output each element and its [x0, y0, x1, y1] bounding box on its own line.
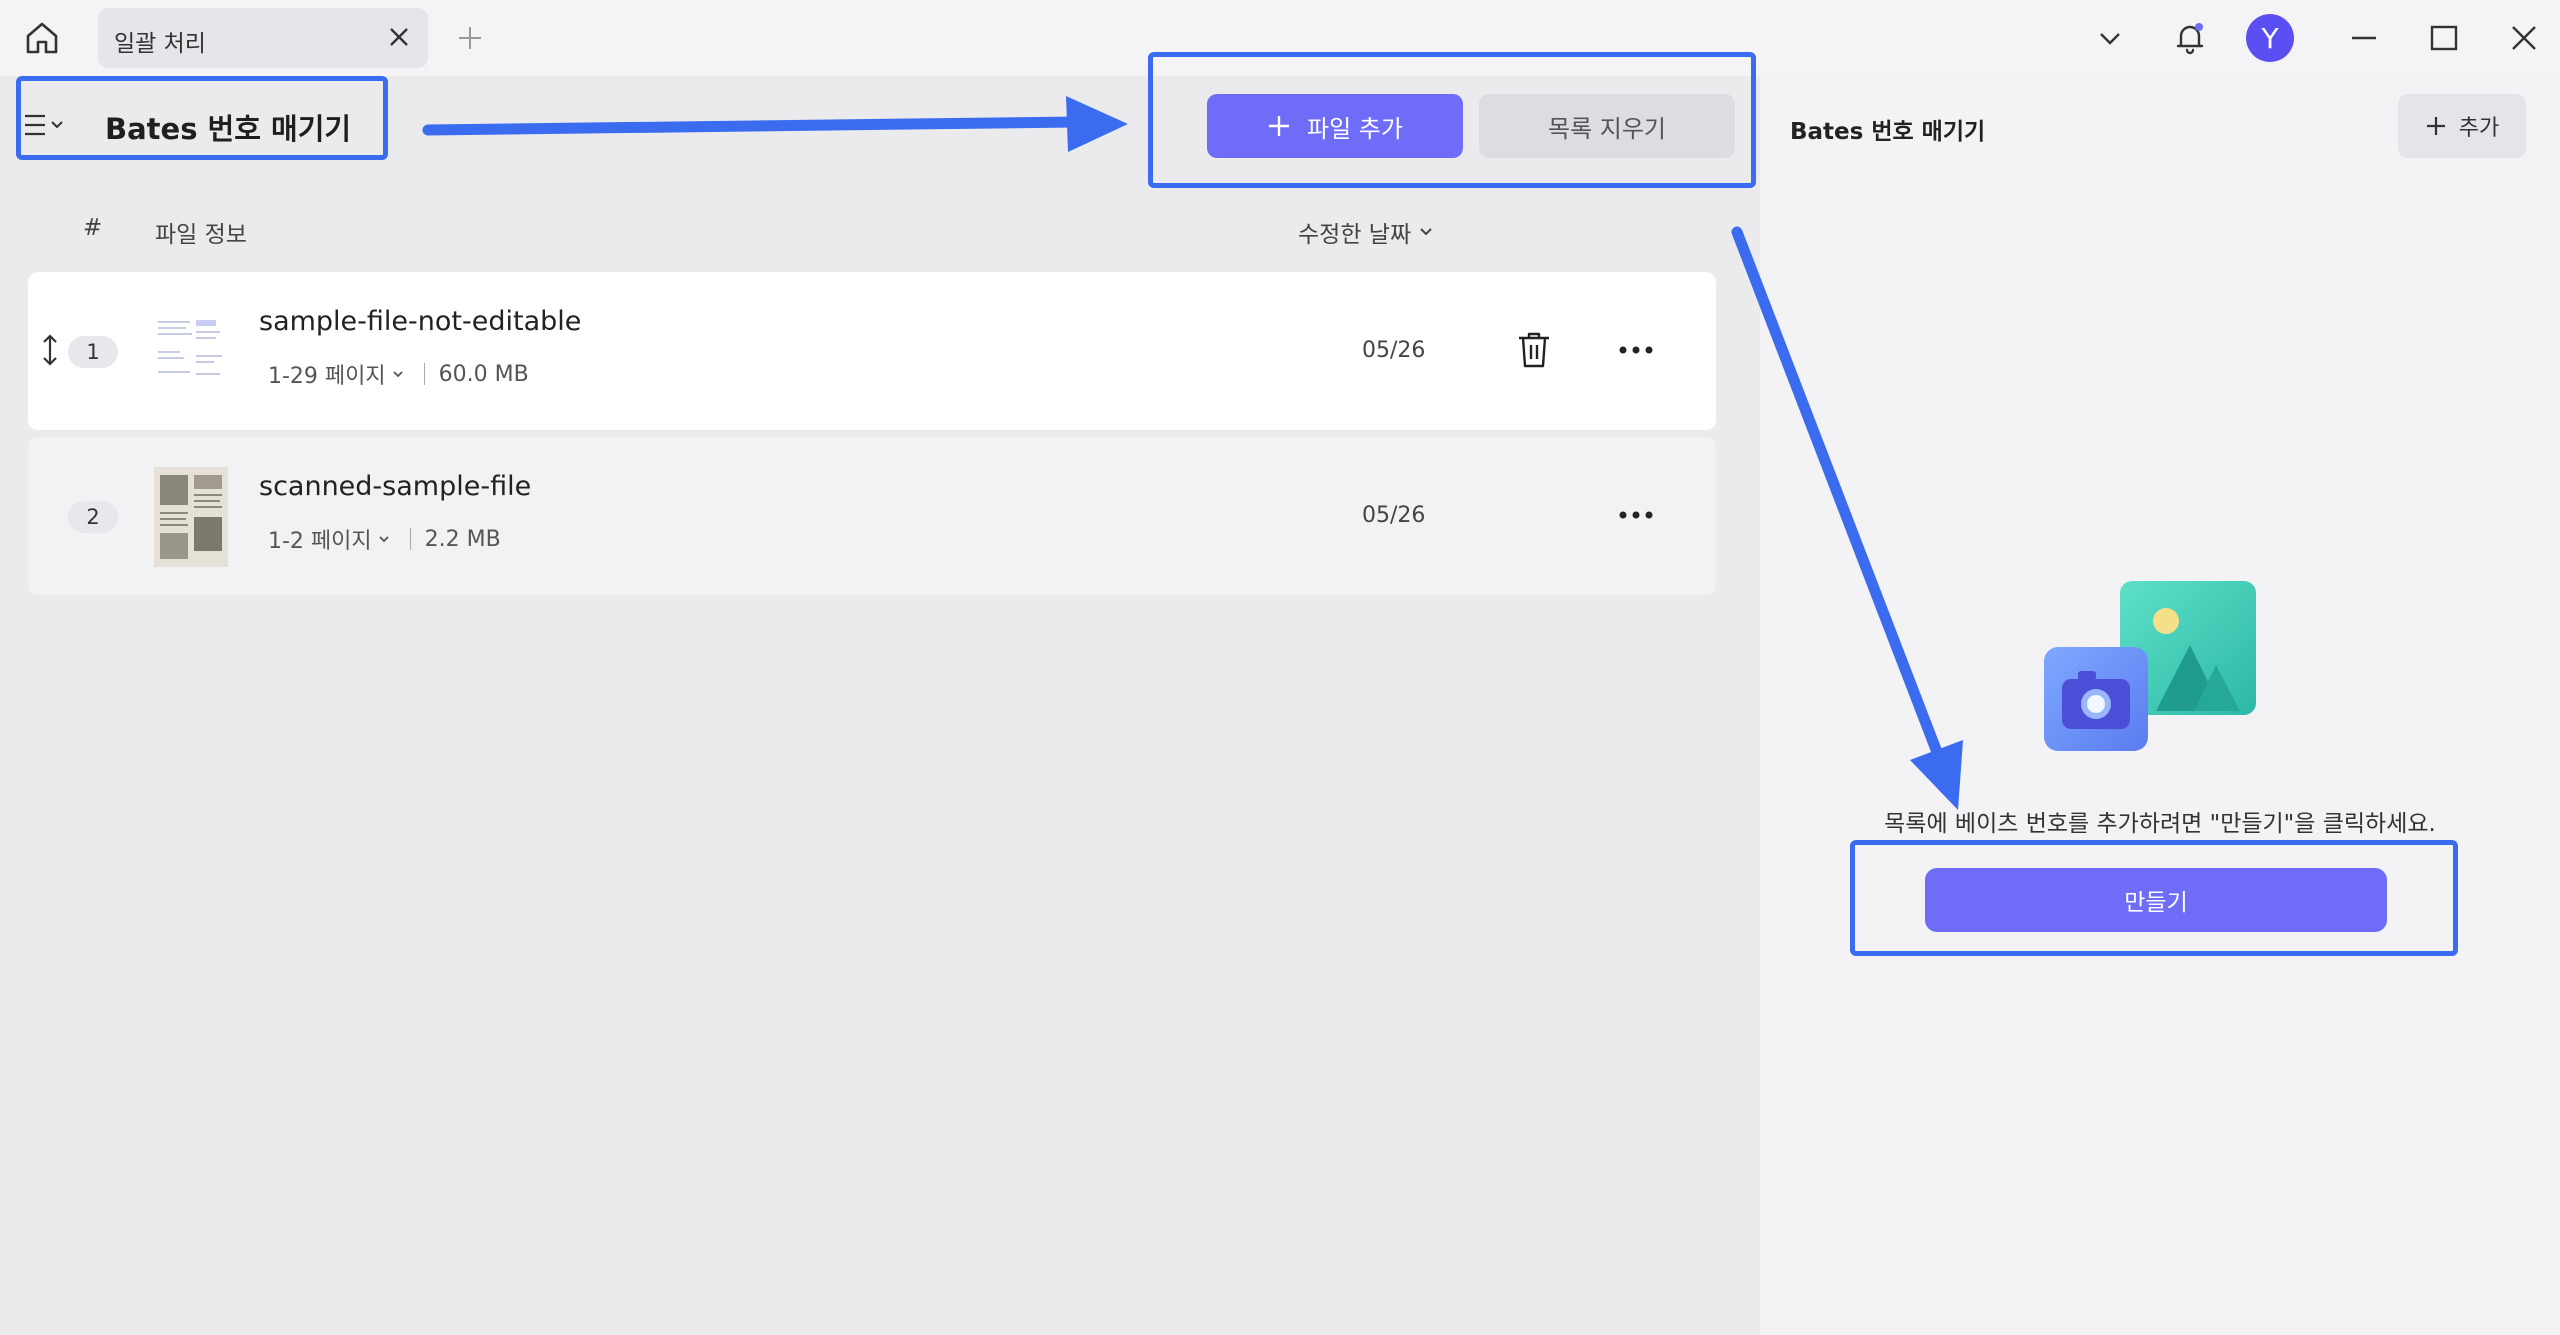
empty-state-hint: 목록에 베이츠 번호를 추가하려면 "만들기"을 클릭하세요.	[1884, 811, 2436, 837]
column-header-index: #	[83, 215, 103, 241]
trash-icon[interactable]	[1510, 326, 1558, 374]
avatar[interactable]: Y	[2246, 14, 2294, 62]
panel-title: Bates 번호 매기기	[1790, 119, 1986, 145]
create-label: 만들기	[2124, 890, 2188, 916]
close-icon[interactable]	[382, 20, 416, 54]
page-range-label: 1-2 페이지	[268, 529, 372, 554]
column-header-file-info: 파일 정보	[155, 222, 247, 248]
file-name: sample-file-not-editable	[259, 306, 582, 337]
add-file-label: 파일 추가	[1307, 114, 1403, 143]
close-window-icon[interactable]	[2500, 14, 2548, 62]
home-icon[interactable]	[14, 12, 70, 64]
divider	[409, 528, 411, 550]
create-button[interactable]: 만들기	[1925, 868, 2387, 932]
chevron-down-icon[interactable]	[2086, 14, 2134, 62]
file-date: 05/26	[1362, 338, 1426, 363]
row-index: 1	[68, 336, 118, 368]
file-thumbnail	[150, 467, 232, 567]
divider	[423, 363, 425, 385]
chevron-down-icon	[51, 121, 63, 129]
plus-icon	[1269, 116, 1290, 136]
file-row[interactable]: 1 sample-file-not-editable 1-29 페이지 60.0…	[28, 272, 1716, 430]
bell-icon[interactable]	[2166, 14, 2214, 62]
file-date: 05/26	[1362, 503, 1426, 528]
file-meta: 1-29 페이지 60.0 MB	[268, 358, 529, 390]
add-bates-button[interactable]: 추가	[2398, 94, 2526, 158]
page-range-dropdown[interactable]: 1-29 페이지	[268, 358, 404, 390]
file-row[interactable]: 2 scanned-sample-file 1-2 페이지 2.2 MB 05/…	[28, 437, 1716, 595]
bates-settings-panel: Bates 번호 매기기 추가 목록에 베이츠 번호를 추가하려면 "만들기"을…	[1760, 76, 2560, 1335]
column-header-date-label: 수정한 날짜	[1298, 222, 1412, 248]
clear-list-label: 목록 지우기	[1547, 114, 1667, 143]
empty-state-illustration	[2044, 581, 2260, 761]
chevron-down-icon	[1420, 228, 1432, 236]
maximize-icon[interactable]	[2420, 14, 2468, 62]
drag-handle-icon[interactable]	[40, 332, 60, 368]
page-range-label: 1-29 페이지	[268, 364, 386, 389]
file-meta: 1-2 페이지 2.2 MB	[268, 523, 501, 555]
column-header-modified-date[interactable]: 수정한 날짜	[1298, 215, 1433, 249]
plus-icon	[2426, 117, 2445, 135]
file-size: 60.0 MB	[438, 361, 529, 387]
add-bates-label: 추가	[2458, 116, 2500, 141]
file-thumbnail	[150, 302, 232, 402]
tab-batch-processing[interactable]: 일괄 처리	[98, 8, 428, 68]
page-title: Bates 번호 매기기	[105, 112, 352, 146]
clear-list-button[interactable]: 목록 지우기	[1479, 94, 1735, 158]
add-file-button[interactable]: 파일 추가	[1207, 94, 1463, 158]
row-index: 2	[68, 501, 118, 533]
file-size: 2.2 MB	[424, 526, 501, 552]
menu-icon	[25, 114, 45, 136]
more-options-icon[interactable]	[1612, 326, 1660, 374]
tab-label: 일괄 처리	[114, 31, 206, 57]
more-options-icon[interactable]	[1612, 491, 1660, 539]
title-bar: 일괄 처리 Y	[0, 0, 2560, 76]
page-range-dropdown[interactable]: 1-2 페이지	[268, 523, 390, 555]
annotation-arrow-right	[422, 96, 1128, 152]
minimize-icon[interactable]	[2340, 14, 2388, 62]
menu-toggle[interactable]	[24, 105, 84, 145]
file-name: scanned-sample-file	[259, 471, 532, 502]
chevron-down-icon	[393, 371, 403, 378]
chevron-down-icon	[379, 536, 389, 543]
new-tab-plus-icon[interactable]	[448, 16, 492, 60]
